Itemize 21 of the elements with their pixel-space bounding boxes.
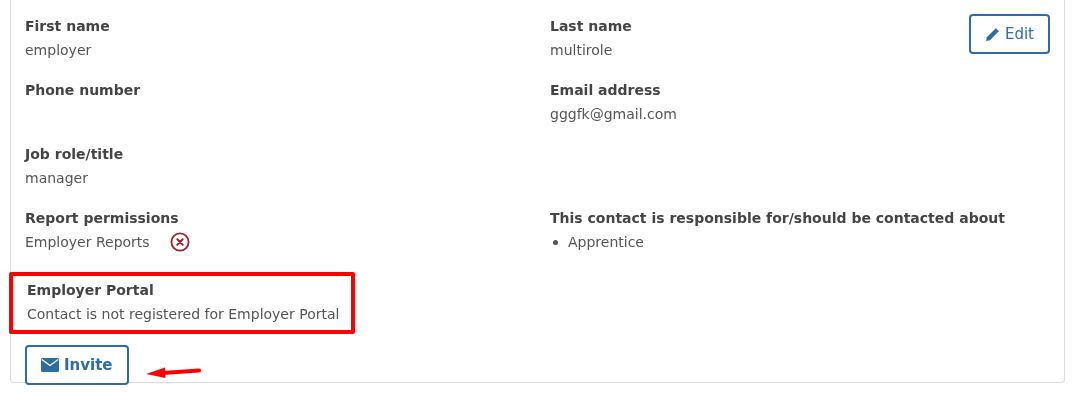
pencil-icon: [984, 26, 1000, 42]
field-label: Phone number: [25, 81, 142, 100]
field-value: gggfk@gmail.com: [550, 105, 678, 124]
field-value: employer: [25, 41, 93, 60]
remove-icon[interactable]: [169, 232, 190, 252]
field-value: manager: [25, 169, 89, 188]
bullet-icon: [553, 239, 558, 245]
list-item: Apprentice: [568, 233, 644, 252]
envelope-icon: [41, 358, 59, 372]
field-label: Job role/title: [25, 145, 125, 164]
field-label: Last name: [550, 17, 633, 36]
field-label: Employer Portal: [27, 281, 155, 300]
field-value: Employer Reports: [25, 233, 150, 252]
invite-button[interactable]: Invite: [25, 345, 129, 385]
field-value: multirole: [550, 41, 614, 60]
field-label: Email address: [550, 81, 662, 100]
edit-button[interactable]: Edit: [968, 14, 1050, 54]
field-label: Report permissions: [25, 209, 180, 228]
field-label: This contact is responsible for/should be contacted about: [550, 209, 1006, 228]
field-label: First name: [25, 17, 111, 36]
field-value: Contact is not registered for Employer Portal: [27, 305, 340, 324]
